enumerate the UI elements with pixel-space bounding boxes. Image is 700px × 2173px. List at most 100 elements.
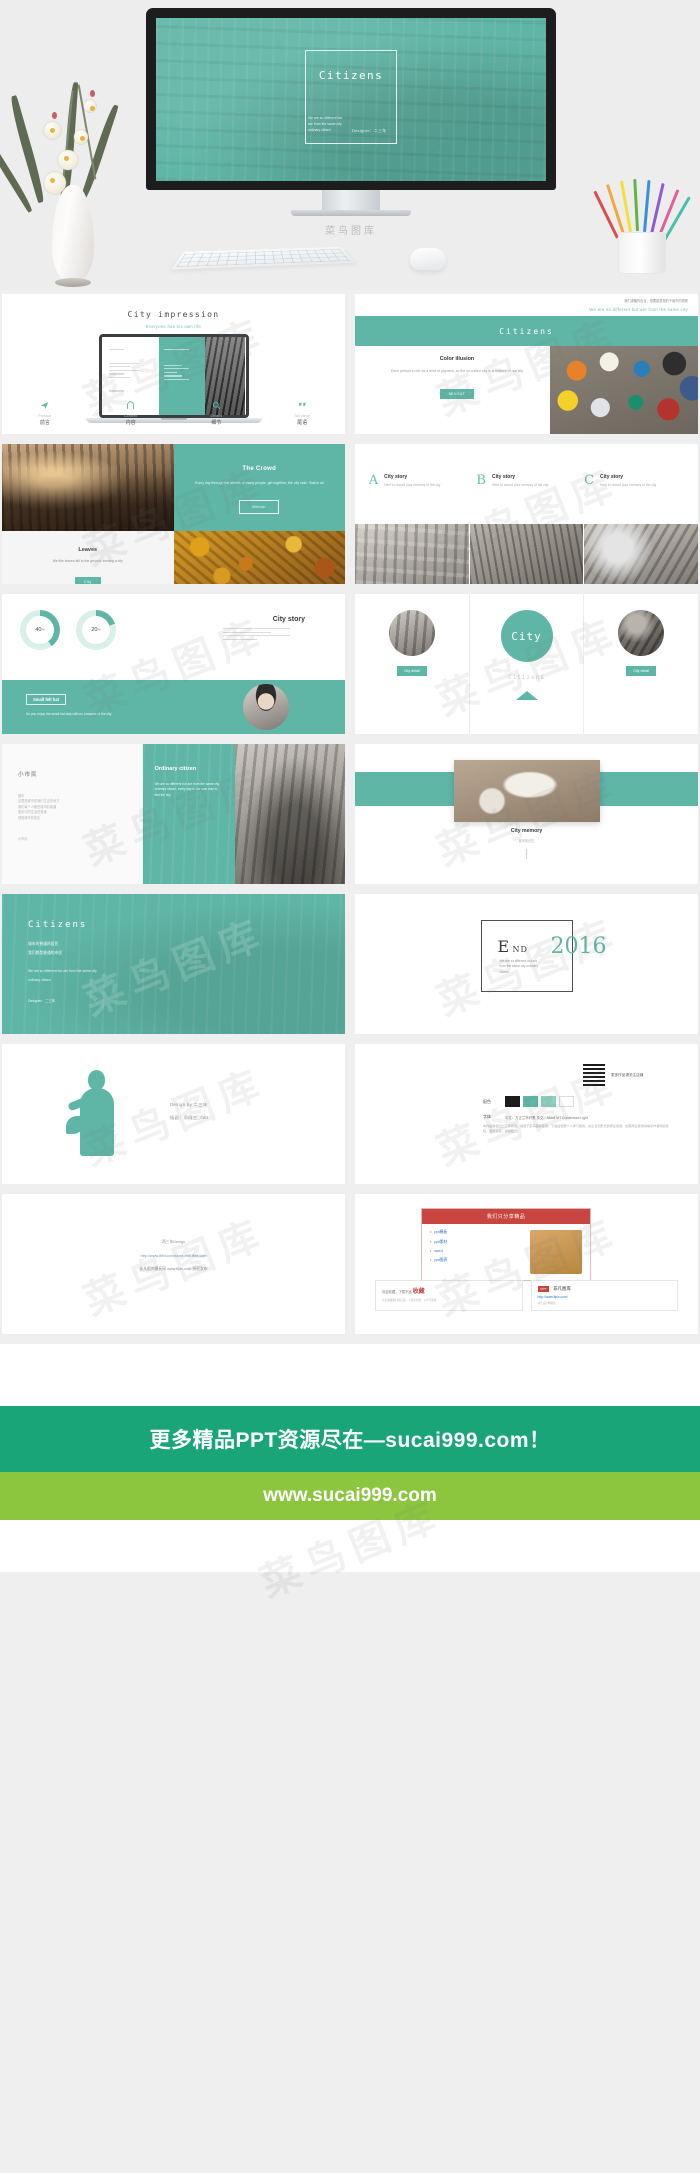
font-row: 字体 中文：方正兰亭纤黑 英文：Abadi MT Condensed Light bbox=[483, 1114, 588, 1120]
slide-city-impression[interactable]: 菜鸟图库 City impression Everyone has his ow… bbox=[2, 294, 345, 434]
leaves-title: Leaves bbox=[78, 547, 98, 553]
font-value: 中文：方正兰亭纤黑 英文：Abadi MT Condensed Light bbox=[505, 1115, 588, 1120]
portrait-photo bbox=[243, 684, 289, 730]
city-detail-col-right[interactable]: City detail bbox=[584, 594, 698, 734]
footer-tail: 菜鸟图库 bbox=[0, 1493, 700, 1606]
link-line-3: 非凡图库模板网 www.ffpic.com 授权发布 bbox=[2, 1267, 345, 1272]
slide-promo[interactable]: 菜鸟图库 我们只分享精品 ppt模板 ppt素材 word ppt图表 bbox=[355, 1194, 698, 1334]
slide-row: 菜鸟图库 Design by 二三年 插画：@阿三_cwz 菜鸟图库 更多作品请… bbox=[0, 1044, 700, 1184]
abc-title: City story bbox=[384, 474, 408, 480]
abc-title: City story bbox=[491, 474, 516, 480]
city-detail-col-left[interactable]: City detail bbox=[355, 594, 469, 734]
slide-city-story-stats[interactable]: 菜鸟图库 40% 20% City story Small felt hat S… bbox=[2, 594, 345, 734]
keyboard-decoration bbox=[171, 246, 356, 270]
icon-label-en: Tail piece bbox=[294, 413, 311, 418]
donut-value: 40% bbox=[35, 627, 45, 633]
promo-item[interactable]: ppt模板 bbox=[430, 1230, 530, 1235]
slide-city-memory[interactable]: 菜鸟图库 City memory 城市的记忆 bbox=[355, 744, 698, 884]
ffpic-title: 非凡图库 bbox=[553, 1286, 571, 1291]
icon-item-preface[interactable]: Preface 前言 bbox=[2, 401, 88, 426]
city-detail-col-mid[interactable]: City Citizens bbox=[468, 594, 585, 734]
slide-color-illusion[interactable]: 菜鸟图库 我们灌输的百合，想要能表现的于城市的感受 We are so diff… bbox=[355, 294, 698, 434]
hero-slide-screen: Citizens We are so different but are fro… bbox=[156, 18, 546, 181]
abc-letter: C bbox=[584, 473, 595, 488]
city-memory-caption: City memory 城市的记忆 bbox=[355, 828, 698, 859]
icon-item-tailpiece[interactable]: Tail piece 尾语 bbox=[259, 401, 345, 426]
ffpic-url[interactable]: www.ffpic.com bbox=[167, 1267, 191, 1271]
slide-grid: 菜鸟图库 City impression Everyone has his ow… bbox=[0, 290, 700, 1334]
slide-citizens-teal[interactable]: Citizens 城市的普通的居民 我们都是普通的市民 We are so di… bbox=[2, 894, 345, 1034]
slide-row: 小市民 城市 这里是城市是我们生活的地方 我们每个人都是城市的普通 居民中的生活… bbox=[0, 744, 700, 884]
abc-item[interactable]: B City story Here to record your memory … bbox=[476, 474, 576, 488]
cm-subtitle: 城市的记忆 bbox=[518, 839, 535, 843]
paint-cups-photo bbox=[550, 346, 698, 434]
font-label: 字体 bbox=[483, 1114, 491, 1119]
slide-city-story-abc[interactable]: 菜鸟图库 A City story Here to record your me… bbox=[355, 444, 698, 584]
ffpic-url[interactable]: http://www.ffpic.com/ bbox=[538, 1295, 672, 1299]
quote-icon bbox=[298, 402, 306, 406]
promo-card: 我们只分享精品 ppt模板 ppt素材 word ppt图表 bbox=[421, 1208, 591, 1281]
paper-plane-icon bbox=[41, 401, 49, 409]
abc-letter: A bbox=[368, 473, 379, 488]
favorite-note: 点击收藏我们的店铺，下载更方便，公众号更新 bbox=[382, 1299, 437, 1302]
cm-title: City memory bbox=[510, 828, 543, 834]
slide-color-spec[interactable]: 菜鸟图库 更多作品请关注店铺 配色 字体 中文：方正兰亭纤黑 英文：Abadi … bbox=[355, 1044, 698, 1184]
qr-code-icon[interactable] bbox=[583, 1064, 605, 1086]
mixout-button[interactable]: MIXOUT bbox=[439, 389, 475, 399]
city-thumb-photo bbox=[388, 610, 435, 656]
city-detail-badge-left[interactable]: City detail bbox=[396, 666, 427, 676]
teal-en2: ordinary citizen bbox=[28, 978, 51, 982]
slide-title: Color illusion bbox=[439, 356, 475, 362]
designer-line-2: 插画：@阿三_cwz bbox=[170, 1115, 209, 1120]
footer-area: 更多精品PPT资源尽在—sucai999.com！ www.sucai999.c… bbox=[0, 1344, 700, 1606]
icon-label-cn: 细节 bbox=[211, 420, 222, 426]
slide-links[interactable]: 菜鸟图库 两三年Design http://www.ifleii.com/sto… bbox=[2, 1194, 345, 1334]
promo-item[interactable]: ppt图表 bbox=[430, 1258, 530, 1263]
ordinary-right-photo bbox=[235, 744, 345, 884]
favorite-small: 欢迎收藏，下载不迷 bbox=[382, 1290, 412, 1294]
slide-ordinary-citizen[interactable]: 小市民 城市 这里是城市是我们生活的地方 我们每个人都是城市的普通 居民中的生活… bbox=[2, 744, 345, 884]
city-circle: City bbox=[500, 610, 553, 662]
promo-item[interactable]: ppt素材 bbox=[430, 1240, 530, 1245]
abc-desc: Here to record your memory of the city bbox=[491, 483, 549, 487]
citizens-banner: Citizens bbox=[355, 316, 698, 346]
link-line-2[interactable]: http://www.ifleii.com/store-mhi.ifleii.c… bbox=[2, 1254, 345, 1258]
swatch-1 bbox=[505, 1096, 520, 1107]
promo-head: 我们只分享精品 bbox=[422, 1209, 590, 1224]
qr-caption: 更多作品请关注店铺 bbox=[611, 1073, 644, 1077]
slide-city-detail[interactable]: 菜鸟图库 City detail City Citizens City deta… bbox=[355, 594, 698, 734]
slide-the-crowd[interactable]: The Crowd Every day through the streets … bbox=[2, 444, 345, 584]
arch-icon bbox=[127, 400, 135, 409]
slide-row: 菜鸟图库 两三年Design http://www.ifleii.com/sto… bbox=[0, 1194, 700, 1334]
spec-block: 配色 字体 中文：方正兰亭纤黑 英文：Abadi MT Condensed Li… bbox=[483, 1096, 588, 1127]
promo-favorite-card[interactable]: 欢迎收藏，下载不迷 收藏 点击收藏我们的店铺，下载更方便，公众号更新 bbox=[375, 1280, 523, 1311]
slide-subtitle: Everyone has his own life bbox=[146, 324, 201, 329]
crowd-button[interactable]: Mixour bbox=[239, 500, 280, 514]
imac-bezel: Citizens We are so different but are fro… bbox=[146, 8, 556, 190]
abc-item[interactable]: A City story Here to record your memory … bbox=[369, 474, 469, 488]
icon-item-details[interactable]: Details 细节 bbox=[174, 401, 260, 426]
hat-panel: Small felt hat So you enjoy the small ha… bbox=[2, 680, 345, 734]
slide-end[interactable]: 菜鸟图库 E ND We are so different but are fr… bbox=[355, 894, 698, 1034]
hero-brand-watermark: 菜鸟图库 bbox=[325, 226, 377, 237]
promo-ffpic-card[interactable]: PPT 非凡图库 http://www.ffpic.com/ 非凡设计网授权 bbox=[530, 1280, 678, 1311]
leaves-button[interactable]: City bbox=[74, 577, 101, 584]
promo-banner-url[interactable]: www.sucai999.com bbox=[0, 1472, 700, 1520]
oc-mid-title: Ordinary citizen bbox=[154, 766, 197, 772]
icon-item-content[interactable]: Content 内容 bbox=[88, 400, 174, 426]
ppt-tag: PPT bbox=[537, 1286, 550, 1292]
slide-row: 菜鸟图库 City impression Everyone has his ow… bbox=[0, 294, 700, 434]
abc-item[interactable]: C City story Here to record your memory … bbox=[584, 474, 684, 488]
promo-banner-primary[interactable]: 更多精品PPT资源尽在—sucai999.com！ bbox=[0, 1406, 700, 1472]
promo-list: ppt模板 ppt素材 word ppt图表 bbox=[430, 1230, 530, 1274]
city-detail-badge-right[interactable]: City detail bbox=[626, 666, 657, 676]
teal-cn: 城市的普通的居民 bbox=[28, 942, 59, 946]
links-block: 两三年Design http://www.ifleii.com/store-mh… bbox=[2, 1240, 345, 1281]
promo-item[interactable]: word bbox=[430, 1249, 530, 1253]
donut-value: 20% bbox=[91, 627, 101, 633]
ordinary-mid-panel: Ordinary citizen We are so different but… bbox=[142, 744, 236, 884]
slide-designer-credit[interactable]: 菜鸟图库 Design by 二三年 插画：@阿三_cwz bbox=[2, 1044, 345, 1184]
header-en: We are so different but are from the sam… bbox=[589, 307, 688, 312]
teal-en: We are so different but are from the sam… bbox=[28, 969, 97, 973]
slide-body: Each person's role as a kind of pigment,… bbox=[390, 369, 524, 373]
